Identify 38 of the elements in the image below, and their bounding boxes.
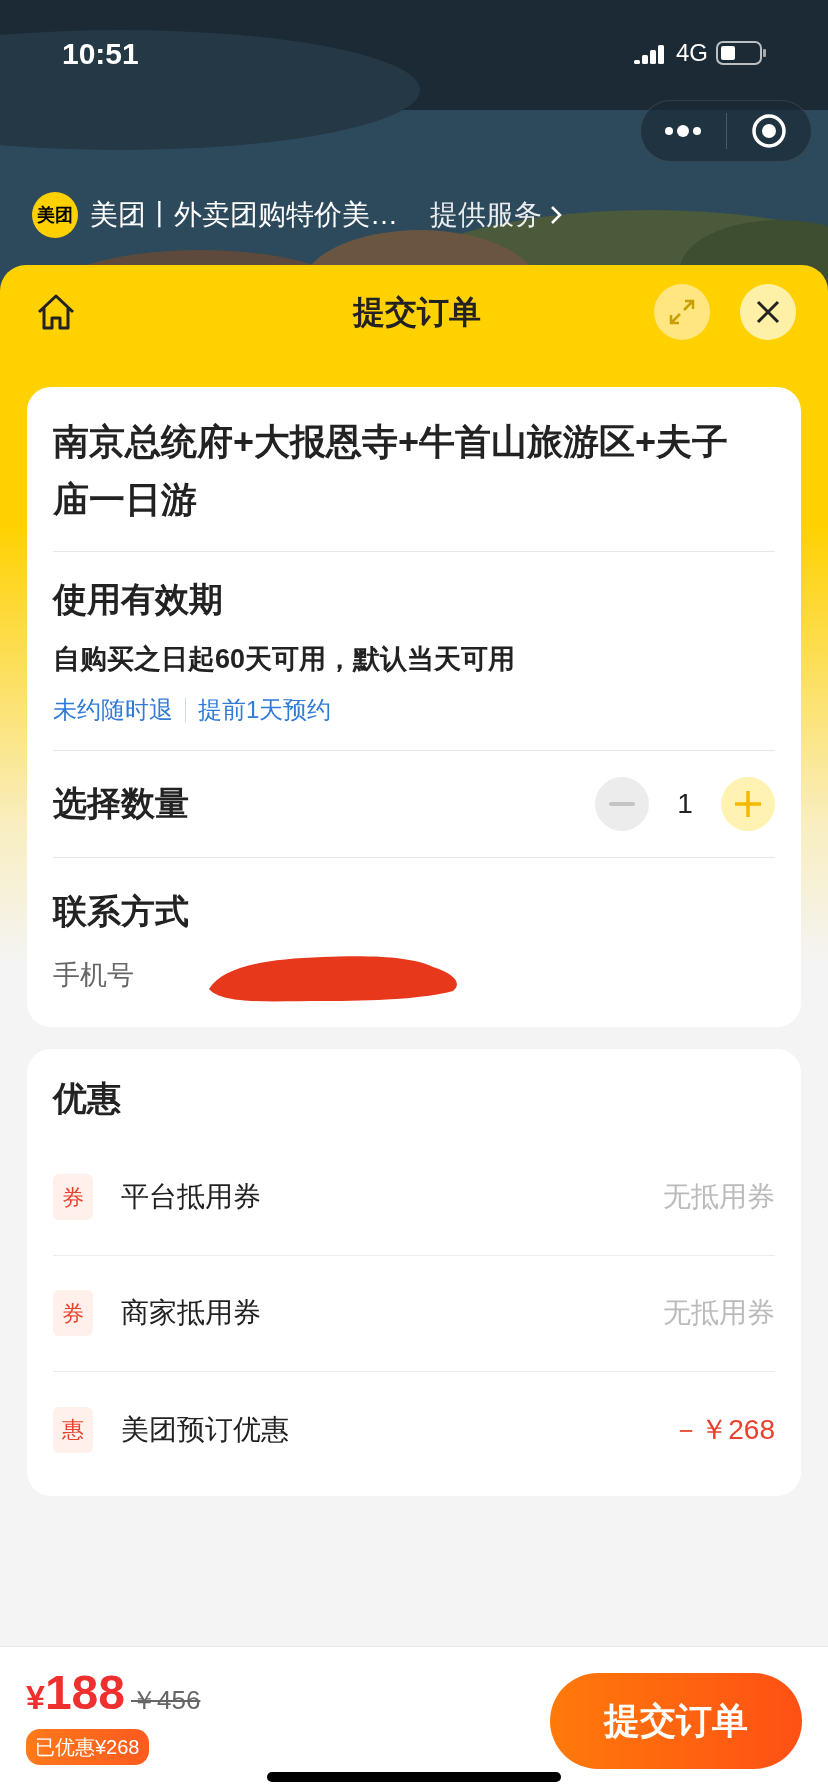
discount-value: －￥268 <box>672 1412 775 1447</box>
expand-icon <box>668 298 696 326</box>
quantity-value: 1 <box>676 786 694 821</box>
home-icon <box>35 292 77 332</box>
product-title: 南京总统府+大报恩寺+牛首山旅游区+夫子庙一日游 <box>53 420 730 522</box>
price: 188 <box>44 1665 125 1721</box>
validity-heading: 使用有效期 <box>53 579 224 620</box>
phone-label: 手机号 <box>53 959 135 993</box>
plus-icon <box>735 790 761 817</box>
policy-tag: 未约随时退 <box>53 691 173 728</box>
contact-heading: 联系方式 <box>53 890 190 932</box>
target-icon <box>750 113 787 149</box>
coupon-badge: 惠 <box>53 1406 93 1453</box>
chevron-right-icon <box>550 205 562 225</box>
discount-heading: 优惠 <box>53 1078 121 1117</box>
policy-tag: 提前1天预约 <box>198 691 332 728</box>
coupon-badge: 券 <box>53 1290 93 1336</box>
service-link[interactable]: 提供服务 <box>430 194 562 236</box>
discount-label: 美团预订优惠 <box>121 1412 289 1447</box>
status-time: 10:51 <box>62 35 139 72</box>
discount-label: 商家抵用券 <box>121 1296 261 1330</box>
page-title: 提交订单 <box>353 293 481 332</box>
close-icon <box>755 299 781 325</box>
discount-label: 平台抵用券 <box>121 1180 261 1214</box>
battery-icon <box>716 41 766 65</box>
discount-value: 无抵用券 <box>663 1296 775 1330</box>
saved-badge: 已优惠¥268 <box>26 1729 149 1765</box>
discount-value: 无抵用券 <box>663 1180 775 1214</box>
coupon-badge: 券 <box>53 1174 93 1220</box>
minus-icon <box>609 801 635 806</box>
price-currency: ¥ <box>26 1678 45 1718</box>
validity-text: 自购买之日起60天可用，默认当天可用 <box>53 643 517 676</box>
network-label: 4G <box>676 38 708 68</box>
merchant-name: 美团丨外卖团购特价美… <box>90 198 398 232</box>
close-button[interactable] <box>740 284 796 340</box>
original-price: ￥456 <box>131 1684 201 1717</box>
quantity-label: 选择数量 <box>53 783 189 824</box>
more-icon <box>664 124 703 138</box>
